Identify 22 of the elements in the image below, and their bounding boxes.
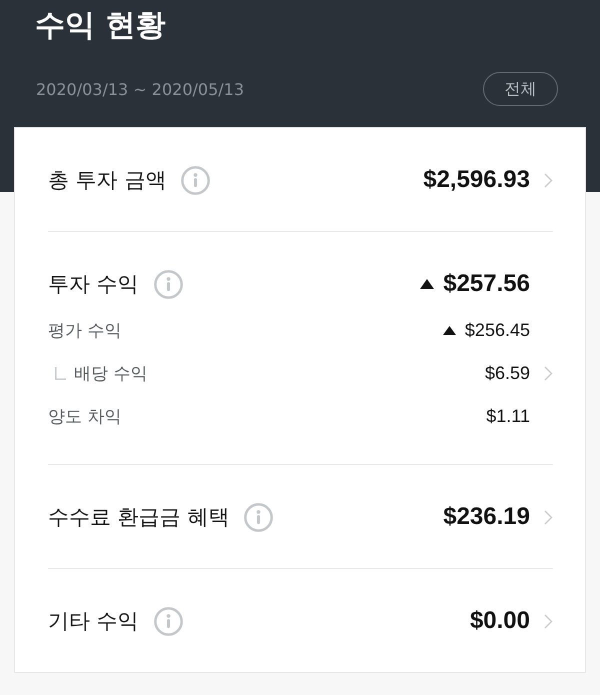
- period-button[interactable]: 전체: [483, 72, 558, 106]
- section-amount: $257.56: [443, 270, 530, 298]
- info-icon[interactable]: [244, 502, 274, 532]
- section-label: 수수료 환급금 혜택: [48, 504, 230, 531]
- info-icon[interactable]: [154, 606, 183, 636]
- date-range: 2020/03/13 ~ 2020/05/13: [35, 80, 244, 98]
- item-amount: $256.45: [464, 320, 530, 341]
- section-amount: $0.00: [470, 607, 530, 635]
- item-label: 배당 수익: [74, 363, 148, 385]
- page-title: 수익 현황: [35, 7, 166, 45]
- item-amount: $6.59: [484, 363, 530, 384]
- info-icon[interactable]: [181, 166, 210, 194]
- item-amount: $1.11: [486, 406, 530, 427]
- section-label: 총 투자 금액: [48, 167, 166, 194]
- corner-line-icon: [55, 367, 66, 380]
- info-icon[interactable]: [154, 270, 183, 298]
- item-label: 평가 수익: [48, 320, 122, 342]
- section-amount: $2,596.93: [423, 166, 530, 194]
- section-label: 기타 수익: [48, 608, 139, 635]
- section-amount: $236.19: [443, 503, 530, 531]
- section-label: 투자 수익: [48, 271, 139, 298]
- item-label: 양도 차익: [48, 406, 122, 428]
